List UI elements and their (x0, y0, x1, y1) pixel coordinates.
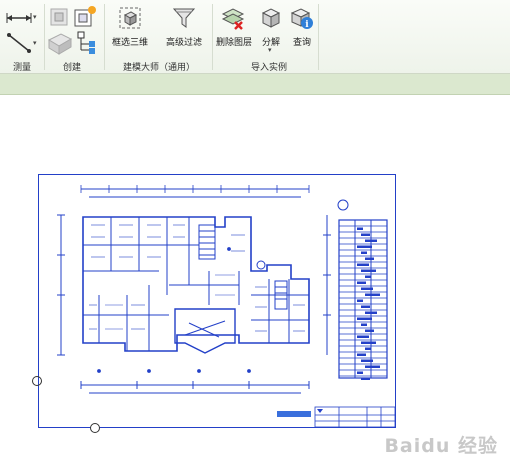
create-group-icon[interactable] (73, 5, 97, 29)
create-component-icon[interactable] (48, 6, 70, 28)
box-3d-icon[interactable] (118, 6, 142, 30)
measure-aligned-dimension-icon[interactable] (4, 6, 36, 28)
grip-marker-icon (90, 423, 100, 433)
filter-funnel-icon[interactable] (172, 6, 196, 30)
measure-linear-dropdown-icon[interactable]: ▾ (33, 40, 37, 47)
create-part-icon[interactable] (46, 30, 74, 56)
floor-plan-drawing (57, 185, 396, 428)
watermark: Baidu 经验 (384, 435, 498, 457)
panel-label-modeling-master: 建模大师（通用） (122, 63, 195, 73)
delete-layer-button[interactable]: 删除图层 (212, 35, 256, 48)
query-icon[interactable]: i (289, 5, 315, 31)
create-assembly-icon[interactable] (76, 30, 98, 56)
explode-dropdown-icon[interactable]: ▾ (268, 47, 272, 54)
query-button[interactable]: 查询 (287, 35, 317, 48)
drawing-sheet[interactable] (38, 174, 396, 428)
box-3d-button[interactable]: 框选三维 (110, 35, 150, 48)
panel-label-import-instance: 导入实例 (250, 63, 287, 73)
panel-label-measure: 测量 (12, 63, 31, 73)
advanced-filter-button[interactable]: 高级过滤 (162, 35, 206, 48)
measure-dropdown-icon[interactable]: ▾ (33, 14, 37, 21)
delete-layer-icon[interactable] (220, 6, 246, 32)
options-bar (0, 74, 510, 95)
panel-label-create: 创建 (62, 63, 81, 73)
svg-text:i: i (305, 20, 309, 30)
origin-marker-icon (32, 376, 42, 386)
measure-linear-icon[interactable] (4, 32, 36, 54)
ribbon: ▾ ▾ 测量 创建 框选三维 高级过滤 建模大师（通用） 删除图层 分解 ▾ i… (0, 0, 510, 74)
explode-icon[interactable] (259, 6, 283, 30)
